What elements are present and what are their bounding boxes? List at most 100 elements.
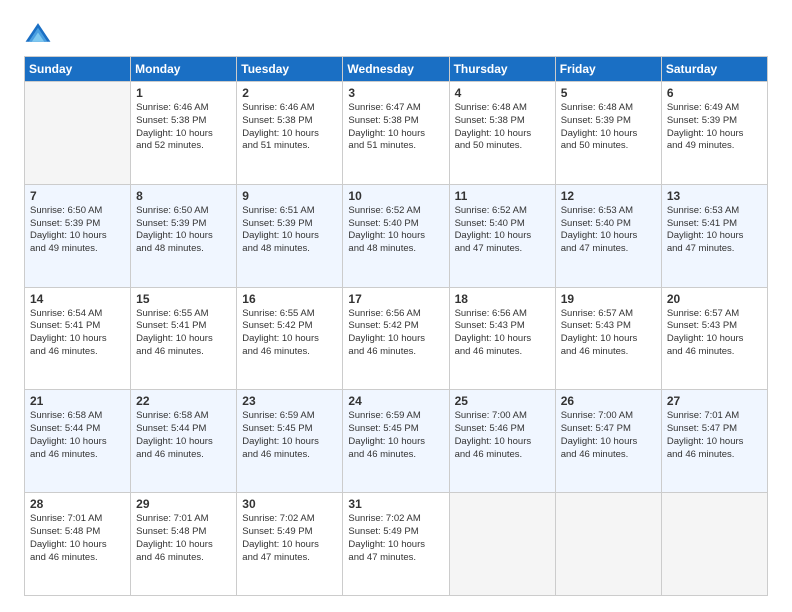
calendar-cell: 4Sunrise: 6:48 AMSunset: 5:38 PMDaylight… bbox=[449, 82, 555, 185]
calendar-cell: 17Sunrise: 6:56 AMSunset: 5:42 PMDayligh… bbox=[343, 287, 449, 390]
calendar-cell: 14Sunrise: 6:54 AMSunset: 5:41 PMDayligh… bbox=[25, 287, 131, 390]
day-info-line: Sunset: 5:49 PM bbox=[242, 526, 337, 539]
calendar-cell: 7 Sunrise: 6:50 AMSunset: 5:39 PMDaylight… bbox=[25, 184, 131, 287]
day-info-line: Sunrise: 6:50 AM bbox=[30, 205, 125, 218]
col-header-saturday: Saturday bbox=[661, 57, 767, 82]
calendar-cell: 23Sunrise: 6:59 AMSunset: 5:45 PMDayligh… bbox=[237, 390, 343, 493]
day-info-line: Sunset: 5:39 PM bbox=[561, 115, 656, 128]
day-number: 10 bbox=[348, 189, 443, 203]
day-info-line: Daylight: 10 hours bbox=[561, 128, 656, 141]
day-number: 9 bbox=[242, 189, 337, 203]
day-info-line: Sunrise: 6:57 AM bbox=[561, 308, 656, 321]
day-info-line: Sunrise: 6:58 AM bbox=[30, 410, 125, 423]
calendar-cell bbox=[449, 493, 555, 596]
calendar-cell bbox=[25, 82, 131, 185]
day-info-line: Sunset: 5:47 PM bbox=[667, 423, 762, 436]
day-number: 6 bbox=[667, 86, 762, 100]
day-number: 14 bbox=[30, 292, 125, 306]
header-row: SundayMondayTuesdayWednesdayThursdayFrid… bbox=[25, 57, 768, 82]
day-info-line: Sunset: 5:47 PM bbox=[561, 423, 656, 436]
calendar-cell: 26Sunrise: 7:00 AMSunset: 5:47 PMDayligh… bbox=[555, 390, 661, 493]
day-info-line: Daylight: 10 hours bbox=[136, 436, 231, 449]
day-info-line: and 46 minutes. bbox=[348, 346, 443, 359]
day-info-line: and 47 minutes. bbox=[348, 552, 443, 565]
day-number: 8 bbox=[136, 189, 231, 203]
day-info-line: Sunset: 5:41 PM bbox=[136, 320, 231, 333]
day-number: 28 bbox=[30, 497, 125, 511]
day-info-line: and 50 minutes. bbox=[561, 140, 656, 153]
calendar-cell: 24Sunrise: 6:59 AMSunset: 5:45 PMDayligh… bbox=[343, 390, 449, 493]
day-info-line: Daylight: 10 hours bbox=[667, 333, 762, 346]
day-info-line: Sunrise: 6:48 AM bbox=[561, 102, 656, 115]
day-info-line: Daylight: 10 hours bbox=[30, 230, 125, 243]
calendar-cell: 25Sunrise: 7:00 AMSunset: 5:46 PMDayligh… bbox=[449, 390, 555, 493]
day-info-line: Daylight: 10 hours bbox=[30, 436, 125, 449]
day-number: 21 bbox=[30, 394, 125, 408]
day-info-line: Sunrise: 6:49 AM bbox=[667, 102, 762, 115]
day-info-line: and 46 minutes. bbox=[667, 346, 762, 359]
calendar-cell: 6Sunrise: 6:49 AMSunset: 5:39 PMDaylight… bbox=[661, 82, 767, 185]
day-number: 20 bbox=[667, 292, 762, 306]
day-info-line: and 51 minutes. bbox=[348, 140, 443, 153]
day-info-line: Daylight: 10 hours bbox=[136, 333, 231, 346]
logo-icon bbox=[24, 20, 52, 48]
day-info-line: Sunrise: 6:58 AM bbox=[136, 410, 231, 423]
calendar-cell: 13Sunrise: 6:53 AMSunset: 5:41 PMDayligh… bbox=[661, 184, 767, 287]
day-number: 7 bbox=[30, 189, 125, 203]
week-row-4: 28Sunrise: 7:01 AMSunset: 5:48 PMDayligh… bbox=[25, 493, 768, 596]
day-info-line: Sunset: 5:39 PM bbox=[242, 218, 337, 231]
calendar-cell: 5Sunrise: 6:48 AMSunset: 5:39 PMDaylight… bbox=[555, 82, 661, 185]
day-info-line: Daylight: 10 hours bbox=[242, 230, 337, 243]
day-info-line: Sunrise: 6:48 AM bbox=[455, 102, 550, 115]
day-info-line: and 47 minutes. bbox=[561, 243, 656, 256]
day-info-line: Sunrise: 6:59 AM bbox=[348, 410, 443, 423]
day-info-line: Sunrise: 6:52 AM bbox=[348, 205, 443, 218]
day-info-line: Sunset: 5:41 PM bbox=[667, 218, 762, 231]
day-info-line: and 49 minutes. bbox=[30, 243, 125, 256]
day-number: 25 bbox=[455, 394, 550, 408]
day-info-line: Sunset: 5:44 PM bbox=[136, 423, 231, 436]
day-info-line: Sunset: 5:44 PM bbox=[30, 423, 125, 436]
calendar-cell: 10Sunrise: 6:52 AMSunset: 5:40 PMDayligh… bbox=[343, 184, 449, 287]
col-header-tuesday: Tuesday bbox=[237, 57, 343, 82]
calendar-cell: 22Sunrise: 6:58 AMSunset: 5:44 PMDayligh… bbox=[131, 390, 237, 493]
day-number: 13 bbox=[667, 189, 762, 203]
day-info-line: Sunset: 5:39 PM bbox=[30, 218, 125, 231]
day-info-line: Sunset: 5:45 PM bbox=[348, 423, 443, 436]
day-info-line: Daylight: 10 hours bbox=[242, 539, 337, 552]
day-info-line: Sunrise: 6:55 AM bbox=[136, 308, 231, 321]
day-number: 24 bbox=[348, 394, 443, 408]
col-header-monday: Monday bbox=[131, 57, 237, 82]
day-number: 15 bbox=[136, 292, 231, 306]
day-number: 23 bbox=[242, 394, 337, 408]
day-info-line: and 49 minutes. bbox=[667, 140, 762, 153]
day-info-line: Sunrise: 6:46 AM bbox=[136, 102, 231, 115]
day-number: 18 bbox=[455, 292, 550, 306]
col-header-friday: Friday bbox=[555, 57, 661, 82]
day-info-line: Daylight: 10 hours bbox=[348, 333, 443, 346]
day-number: 29 bbox=[136, 497, 231, 511]
day-info-line: Sunset: 5:39 PM bbox=[136, 218, 231, 231]
day-info-line: Sunrise: 7:01 AM bbox=[667, 410, 762, 423]
day-info-line: Sunset: 5:43 PM bbox=[667, 320, 762, 333]
day-info-line: and 48 minutes. bbox=[242, 243, 337, 256]
day-info-line: and 48 minutes. bbox=[348, 243, 443, 256]
day-info-line: and 46 minutes. bbox=[455, 449, 550, 462]
day-info-line: Sunset: 5:38 PM bbox=[242, 115, 337, 128]
calendar-cell: 31Sunrise: 7:02 AMSunset: 5:49 PMDayligh… bbox=[343, 493, 449, 596]
day-info-line: Daylight: 10 hours bbox=[30, 539, 125, 552]
day-info-line: Daylight: 10 hours bbox=[242, 436, 337, 449]
calendar-cell: 29Sunrise: 7:01 AMSunset: 5:48 PMDayligh… bbox=[131, 493, 237, 596]
day-info-line: Daylight: 10 hours bbox=[455, 333, 550, 346]
day-info-line: and 46 minutes. bbox=[242, 346, 337, 359]
day-number: 31 bbox=[348, 497, 443, 511]
day-info-line: Sunset: 5:41 PM bbox=[30, 320, 125, 333]
day-info-line: Daylight: 10 hours bbox=[136, 539, 231, 552]
day-info-line: Sunrise: 7:00 AM bbox=[561, 410, 656, 423]
calendar-cell: 28Sunrise: 7:01 AMSunset: 5:48 PMDayligh… bbox=[25, 493, 131, 596]
day-info-line: Daylight: 10 hours bbox=[242, 128, 337, 141]
day-info-line: Daylight: 10 hours bbox=[561, 333, 656, 346]
calendar-cell: 11Sunrise: 6:52 AMSunset: 5:40 PMDayligh… bbox=[449, 184, 555, 287]
day-info-line: and 46 minutes. bbox=[136, 449, 231, 462]
day-number: 16 bbox=[242, 292, 337, 306]
